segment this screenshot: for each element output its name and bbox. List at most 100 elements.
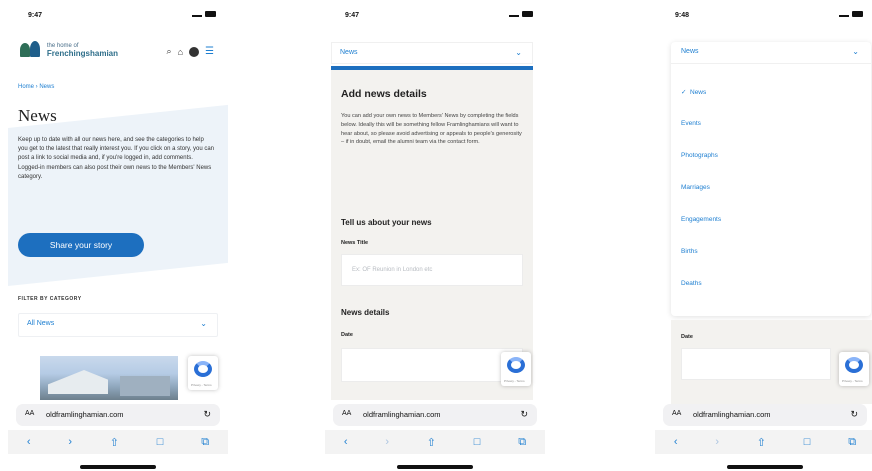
bookmarks-icon[interactable]: □ [157,436,164,448]
chevron-down-icon: ⌄ [200,319,207,328]
dropdown-option-events[interactable]: Events [681,120,701,127]
url-text: oldframlinghamian.com [46,410,124,419]
check-icon: ✓ [681,89,687,96]
details-title: News details [341,308,390,317]
browser-toolbar: ‹ › ⇧ □ ⧉ [8,430,228,454]
dropdown-option-deaths[interactable]: Deaths [681,280,702,287]
signal-icon [509,11,519,17]
search-icon[interactable]: ⌕ [167,46,172,57]
breadcrumb[interactable]: Home › News [18,84,54,90]
recaptcha-icon [507,357,525,373]
forward-icon[interactable]: › [68,436,72,448]
status-icons [192,11,216,17]
dropdown-selected[interactable]: News ⌄ [671,42,871,64]
share-icon[interactable]: ⇧ [110,436,119,449]
url-text: oldframlinghamian.com [363,410,441,419]
status-icons [839,11,863,17]
logo-text: the home of Frenchingshamian [47,42,118,58]
status-bar: 9:47 [8,0,228,30]
home-indicator [80,465,156,469]
dropdown-option-photographs[interactable]: Photographs [681,152,718,159]
site-header: the home of Frenchingshamian ⌕ ⌂ ☰ [8,30,228,70]
news-form: Add news details You can add your own ne… [331,70,533,400]
chevron-down-icon: ⌄ [852,47,859,56]
reload-icon[interactable]: ↻ [850,409,858,420]
form-intro: You can add your own news to Members' Ne… [341,113,522,146]
dropdown-option-marriages[interactable]: Marriages [681,184,710,191]
share-icon[interactable]: ⇧ [427,436,436,449]
browser-toolbar: ‹ › ⇧ □ ⧉ [655,430,872,454]
phone-category-dropdown: 9:48 News ⌄ ✓ News Events Photographs Mar… [655,0,872,471]
news-title-input[interactable]: Ex: OF Reunion in London etc [341,254,523,286]
date-label: Date [681,334,693,340]
intro-background [8,103,228,287]
reload-icon[interactable]: ↻ [203,409,211,420]
screenshot-triptych: 9:47 the home of Frenchingshamian ⌕ ⌂ ☰ … [0,0,872,471]
news-thumbnail[interactable] [40,356,178,400]
status-time: 9:47 [345,12,360,19]
share-icon[interactable]: ⇧ [757,436,766,449]
category-value: News [340,49,358,56]
dropdown-option-news[interactable]: ✓ News [681,88,706,96]
tabs-icon[interactable]: ⧉ [201,436,209,449]
category-filter-select[interactable]: All News ⌄ [18,313,218,337]
battery-icon [522,11,533,17]
address-bar[interactable]: AA oldframlinghamian.com ↻ [16,404,220,426]
bookmarks-icon[interactable]: □ [804,436,811,448]
recaptcha-badge[interactable]: Privacy - Terms [501,352,531,386]
bookmarks-icon[interactable]: □ [474,436,481,448]
news-title-label: News Title [341,240,369,246]
share-story-button[interactable]: Share your story [18,233,144,257]
back-icon[interactable]: ‹ [674,436,678,448]
recaptcha-icon [194,361,212,377]
logo-mark-icon [18,39,43,61]
home-indicator [397,465,473,469]
date-input[interactable] [341,348,523,382]
bag-icon[interactable]: ⌂ [178,47,183,57]
status-time: 9:48 [675,12,690,19]
forward-icon[interactable]: › [385,436,389,448]
phone-add-news-form: 9:47 News ⌄ Add news details You can add… [325,0,545,471]
category-dropdown[interactable]: News ⌄ ✓ News Events Photographs Marriage… [671,42,871,316]
home-indicator [727,465,803,469]
browser-toolbar: ‹ › ⇧ □ ⧉ [325,430,545,454]
category-select[interactable]: News ⌄ [331,42,533,64]
forward-icon[interactable]: › [715,436,719,448]
reader-aa-button[interactable]: AA [342,410,351,417]
chevron-down-icon: ⌄ [515,48,522,57]
tabs-icon[interactable]: ⧉ [848,436,856,449]
status-bar: 9:48 [655,0,872,30]
avatar[interactable] [189,46,200,57]
filter-value: All News [27,320,55,327]
recaptcha-badge[interactable]: Privacy - Terms [839,352,869,386]
reload-icon[interactable]: ↻ [520,409,528,420]
reader-aa-button[interactable]: AA [672,410,681,417]
dropdown-option-births[interactable]: Births [681,248,698,255]
recaptcha-badge[interactable]: Privacy - Terms [188,356,218,390]
site-logo[interactable]: the home of Frenchingshamian [18,36,118,64]
date-input[interactable] [681,348,831,380]
status-icons [509,11,533,17]
signal-icon [839,11,849,17]
url-text: oldframlinghamian.com [693,410,771,419]
status-time: 9:47 [28,12,43,19]
category-value: News [681,48,699,55]
battery-icon [205,11,216,17]
address-bar[interactable]: AA oldframlinghamian.com ↻ [333,404,537,426]
back-icon[interactable]: ‹ [344,436,348,448]
section-title: Tell us about your news [341,218,432,227]
reader-aa-button[interactable]: AA [25,410,34,417]
address-bar[interactable]: AA oldframlinghamian.com ↻ [663,404,867,426]
status-bar: 9:47 [325,0,545,30]
back-icon[interactable]: ‹ [27,436,31,448]
recaptcha-icon [845,357,863,373]
filter-label: FILTER BY CATEGORY [18,296,82,302]
form-title: Add news details [341,88,427,100]
header-icons: ⌕ ⌂ ☰ [167,46,214,57]
date-label: Date [341,332,353,338]
battery-icon [852,11,863,17]
dropdown-option-engagements[interactable]: Engagements [681,216,721,223]
tabs-icon[interactable]: ⧉ [518,436,526,449]
menu-icon[interactable]: ☰ [205,46,214,57]
intro-text: Keep up to date with all our news here, … [18,137,214,180]
